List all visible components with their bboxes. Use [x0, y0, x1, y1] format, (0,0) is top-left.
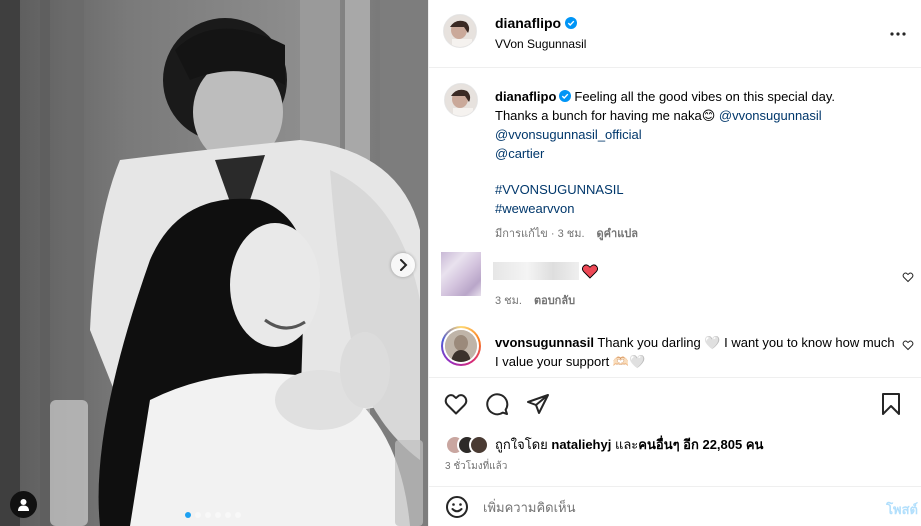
- commenter-username[interactable]: vvonsugunnasil: [495, 335, 594, 350]
- user-icon: [18, 499, 29, 511]
- comments-section: dianaflipo Feeling all the good vibes on …: [429, 69, 921, 377]
- liked-by-avatars: [445, 434, 489, 455]
- liked-by-prefix: ถูกใจโดย: [495, 437, 552, 452]
- smile-emoji: 😊: [701, 108, 716, 123]
- chevron-right-icon: [400, 259, 408, 271]
- comment-button[interactable]: [484, 391, 510, 417]
- tagged-users-button[interactable]: [10, 491, 37, 518]
- carousel-indicator: [185, 512, 241, 518]
- carousel-dot: [215, 512, 221, 518]
- comment-time: 3 ชม.: [495, 295, 522, 307]
- post-header: dianaflipo VVon Sugunnasil: [429, 0, 921, 68]
- comment-like-heart-icon[interactable]: [902, 339, 914, 351]
- post-comment-button[interactable]: โพสต์: [886, 499, 918, 520]
- post-timestamp[interactable]: 3 ชั่วโมงที่แล้ว: [445, 459, 507, 474]
- photo-scene: [0, 0, 428, 526]
- emoji-icon[interactable]: [445, 495, 469, 519]
- likes-summary[interactable]: ถูกใจโดย nataliehyj และคนอื่นๆ อีก 22,80…: [445, 434, 763, 455]
- verified-badge-icon: [565, 17, 578, 29]
- hashtag-link[interactable]: #VVONSUGUNNASIL: [495, 180, 895, 199]
- add-comment-bar: โพสต์: [429, 487, 921, 526]
- see-translation-button[interactable]: ดูคำแปล: [597, 224, 639, 242]
- author-avatar[interactable]: [443, 14, 477, 48]
- mention-link[interactable]: @vvonsugunnasil: [719, 108, 822, 123]
- liked-by-and: และ: [611, 437, 639, 452]
- post-photo[interactable]: [0, 0, 428, 526]
- caption-meta: มีการแก้ไข · 3 ชม. ดูคำแปล: [495, 224, 638, 242]
- post-viewer: dianaflipo VVon Sugunnasil dianaflipo Fe…: [0, 0, 921, 526]
- mention-link[interactable]: @cartier: [495, 144, 895, 163]
- commenter-avatar-blurred[interactable]: [441, 252, 481, 296]
- red-heart-emoji-icon: [582, 264, 598, 279]
- caption-line-1: Feeling all the good vibes on this speci…: [574, 89, 836, 104]
- carousel-dot: [185, 512, 191, 518]
- reply-button[interactable]: ตอบกลับ: [534, 291, 575, 309]
- comment-text: vvonsugunnasil Thank you darling 🤍 I wan…: [495, 333, 895, 371]
- carousel-dot: [235, 512, 241, 518]
- author-username-row[interactable]: dianaflipo: [495, 15, 578, 31]
- like-button[interactable]: [443, 391, 469, 417]
- caption-edited-time: มีการแก้ไข · 3 ชม.: [495, 228, 585, 240]
- carousel-next-button[interactable]: [391, 253, 415, 277]
- liker-avatar: [469, 434, 489, 455]
- comment-icon: [486, 393, 509, 416]
- story-ring-avatar[interactable]: [441, 326, 481, 366]
- carousel-dot: [195, 512, 201, 518]
- paper-plane-icon: [527, 394, 549, 414]
- carousel-dot: [225, 512, 231, 518]
- post-audio-or-location[interactable]: VVon Sugunnasil: [495, 37, 586, 51]
- heart-icon: [444, 394, 468, 415]
- mention-link[interactable]: @vvonsugunnasil_official: [495, 125, 895, 144]
- more-options-button[interactable]: [886, 22, 910, 46]
- post-actions: ถูกใจโดย nataliehyj และคนอื่นๆ อีก 22,80…: [429, 377, 921, 487]
- more-horizontal-icon: [890, 32, 906, 36]
- caption-username[interactable]: dianaflipo: [495, 89, 556, 104]
- comment-meta: 3 ชม. ตอบกลับ: [495, 291, 575, 309]
- liked-by-user[interactable]: nataliehyj: [551, 437, 611, 452]
- post-caption: dianaflipo Feeling all the good vibes on …: [495, 87, 895, 218]
- comment-blurred-content: [493, 262, 579, 280]
- carousel-dot: [205, 512, 211, 518]
- comment-like-heart-icon[interactable]: [902, 271, 914, 283]
- liked-by-others-count[interactable]: คนอื่นๆ อีก 22,805 คน: [638, 437, 763, 452]
- caption-author-avatar[interactable]: [444, 83, 478, 117]
- share-button[interactable]: [525, 391, 551, 417]
- caption-line-2: Thanks a bunch for having me naka: [495, 108, 702, 123]
- save-button[interactable]: [878, 391, 904, 417]
- comment-input[interactable]: [483, 496, 863, 518]
- author-username[interactable]: dianaflipo: [495, 15, 561, 31]
- bookmark-icon: [882, 393, 900, 415]
- post-details-panel: dianaflipo VVon Sugunnasil dianaflipo Fe…: [428, 0, 921, 526]
- hashtag-link[interactable]: #wewearvvon: [495, 199, 895, 218]
- liked-by-text: ถูกใจโดย nataliehyj และคนอื่นๆ อีก 22,80…: [495, 434, 763, 455]
- verified-badge-icon: [559, 90, 572, 102]
